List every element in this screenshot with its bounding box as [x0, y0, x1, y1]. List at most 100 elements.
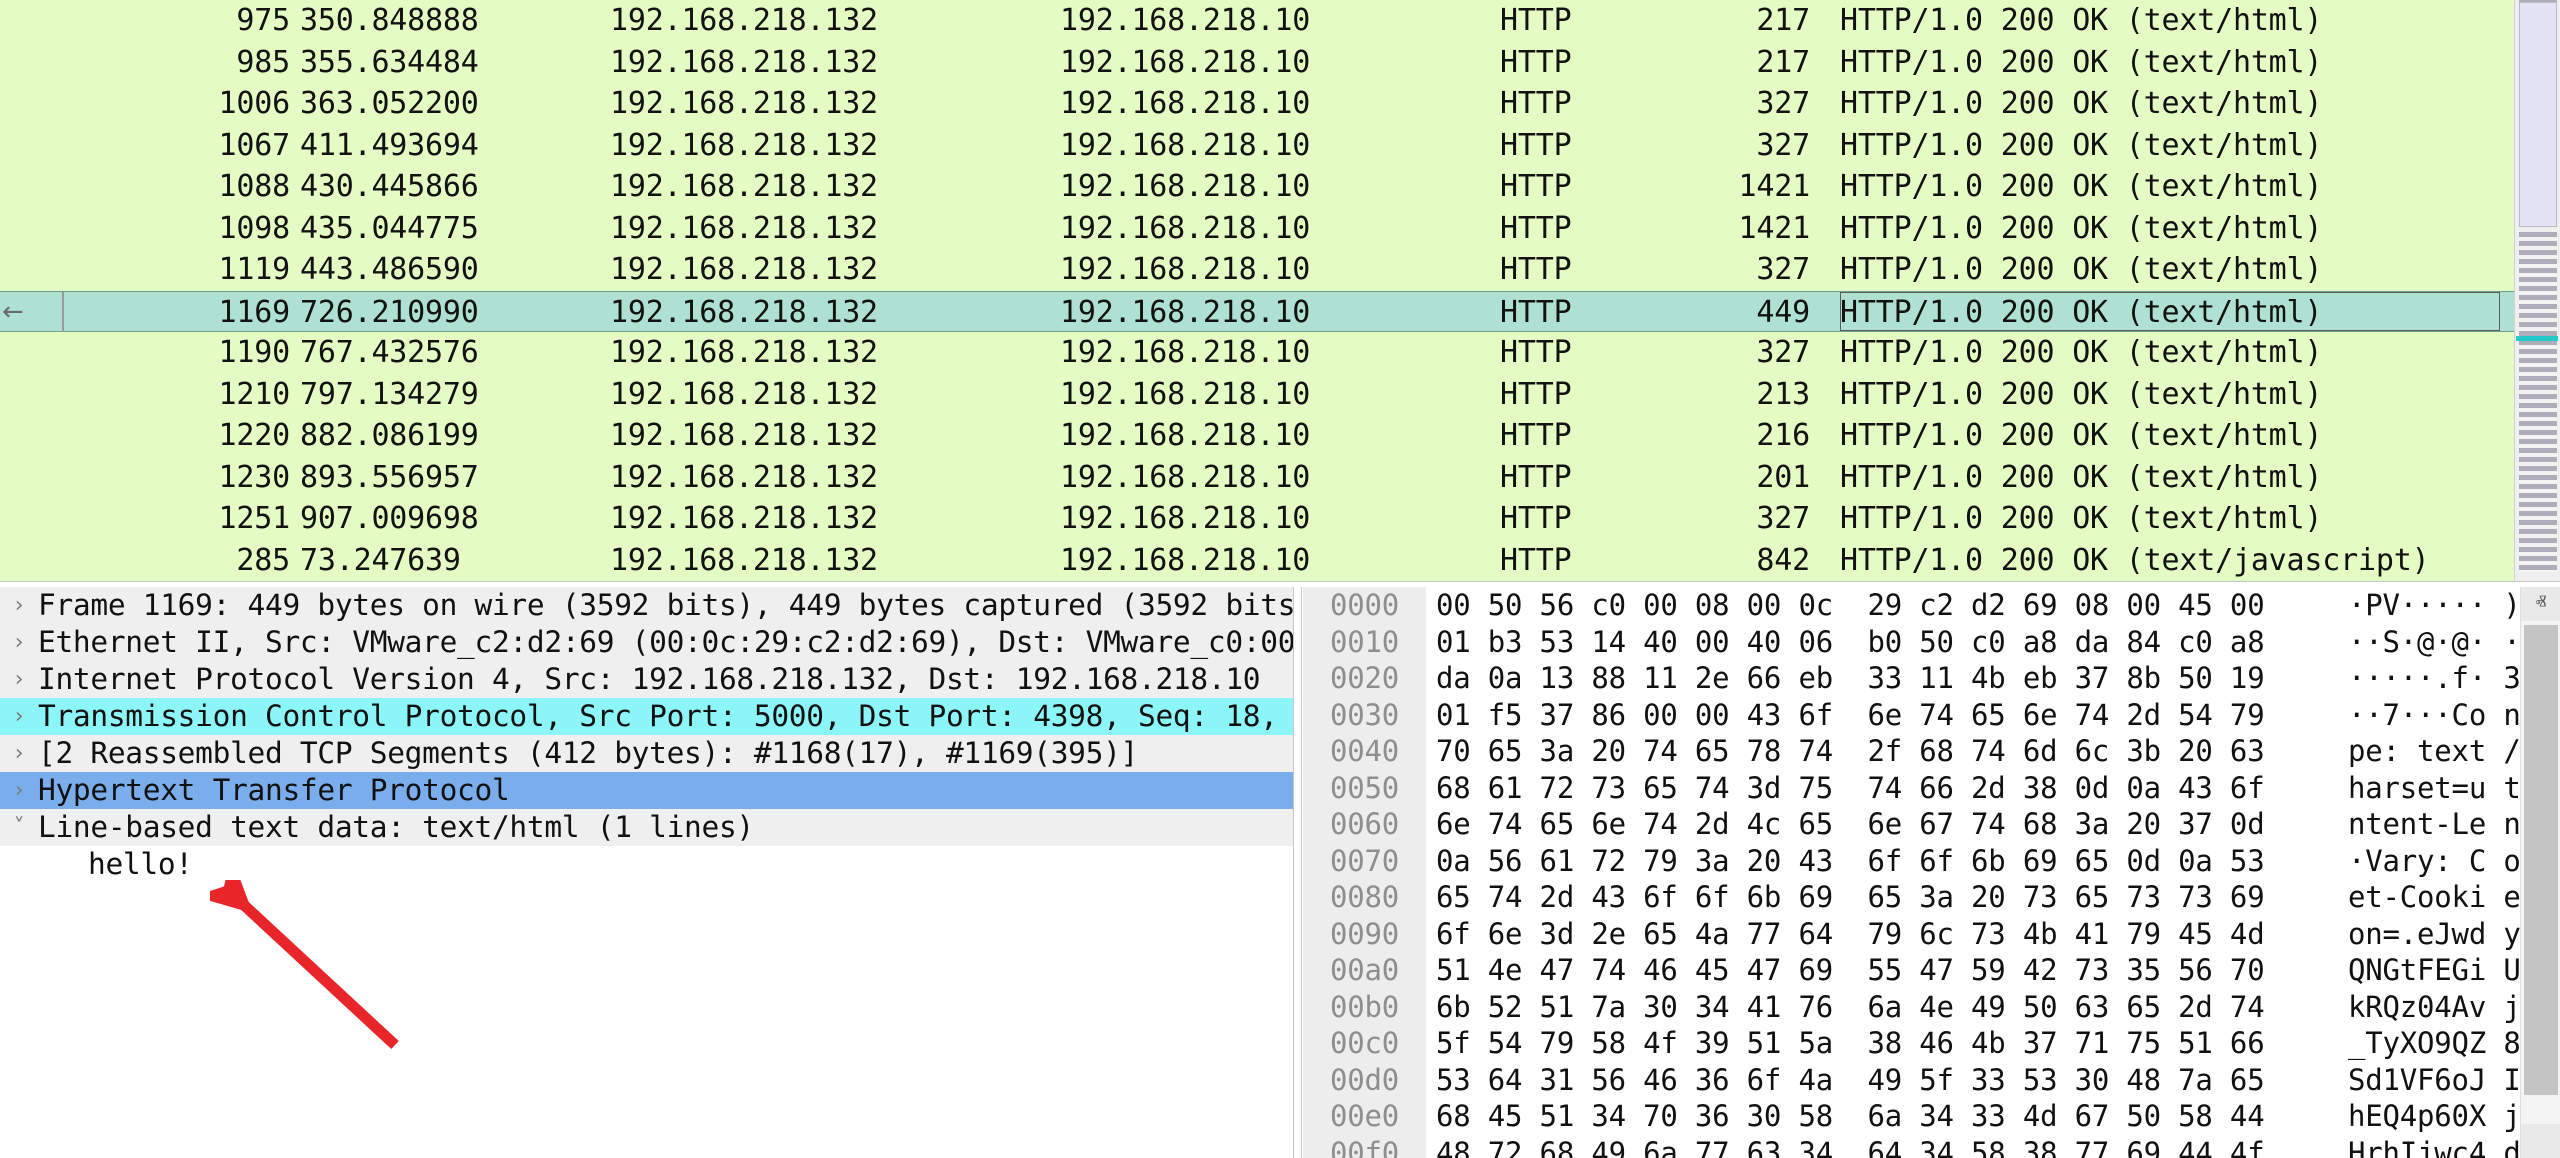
packet-info: HTTP/1.0 200 OK (text/html) [1840, 292, 2500, 332]
packet-row[interactable]: 1230 893.556957 192.168.218.132 192.168.218… [0, 457, 2530, 499]
hex-row[interactable]: 0050 68 61 72 73 65 74 3d 75 74 66 2d 38 … [1303, 770, 2560, 807]
packet-source: 192.168.218.132 [610, 166, 970, 208]
packet-info: HTTP/1.0 200 OK (text/html) [1840, 332, 2500, 374]
scroll-down-arrow-icon[interactable]: ⱟ [2521, 1124, 2560, 1158]
detail-tree-row[interactable]: › Transmission Control Protocol, Src Port… [0, 698, 1293, 735]
packet-no: 1006 [0, 83, 290, 125]
hex-row[interactable]: 00a0 51 4e 47 74 46 45 47 69 55 47 59 42 … [1303, 952, 2560, 989]
packet-row[interactable]: 1119 443.486590 192.168.218.132 192.168.218… [0, 249, 2530, 291]
packet-info: HTTP/1.0 200 OK (text/html) [1840, 374, 2500, 416]
chevron-right-icon[interactable]: › [0, 624, 38, 661]
packet-destination: 192.168.218.10 [1060, 166, 1420, 208]
packet-protocol: HTTP [1500, 0, 1660, 42]
hex-bytes: da 0a 13 88 11 2e 66 eb 33 11 4b eb 37 8… [1436, 660, 2264, 697]
packet-destination: 192.168.218.10 [1060, 332, 1420, 374]
packet-length: 327 [1660, 249, 1810, 291]
chevron-right-icon[interactable]: › [0, 735, 38, 772]
hex-row[interactable]: 00c0 5f 54 79 58 4f 39 51 5a 38 46 4b 37 … [1303, 1025, 2560, 1062]
scroll-up-arrow-icon[interactable]: ⱏ [2521, 587, 2560, 621]
packet-no: 1251 [0, 498, 290, 540]
packet-row[interactable]: 985 355.634484 192.168.218.132 192.168.218.… [0, 42, 2530, 84]
hex-row[interactable]: 00e0 68 45 51 34 70 36 30 58 6a 34 33 4d … [1303, 1098, 2560, 1135]
hex-row[interactable]: 0060 6e 74 65 6e 74 2d 4c 65 6e 67 74 68 … [1303, 806, 2560, 843]
packet-time: 443.486590 [300, 249, 550, 291]
hex-row[interactable]: 0000 00 50 56 c0 00 08 00 0c 29 c2 d2 69 … [1303, 587, 2560, 624]
packet-time: 907.009698 [300, 498, 550, 540]
detail-tree-row[interactable]: › Ethernet II, Src: VMware_c2:d2:69 (00:0… [0, 624, 1293, 661]
packet-time: 350.848888 [300, 0, 550, 42]
chevron-right-icon[interactable]: › [0, 698, 38, 735]
hex-bytes: 48 72 68 49 6a 77 63 34 64 34 58 38 77 6… [1436, 1135, 2264, 1158]
packet-protocol: HTTP [1500, 540, 1660, 582]
packet-length: 327 [1660, 498, 1810, 540]
packet-source: 192.168.218.132 [610, 125, 970, 167]
hex-offset: 0060 [1303, 806, 1426, 843]
hex-scrollbar-thumb[interactable] [2524, 625, 2558, 1095]
packet-no: 975 [0, 0, 290, 42]
hex-row[interactable]: 0080 65 74 2d 43 6f 6f 6b 69 65 3a 20 73 … [1303, 879, 2560, 916]
detail-tree-row[interactable]: › [2 Reassembled TCP Segments (412 bytes)… [0, 735, 1293, 772]
packet-protocol: HTTP [1500, 292, 1660, 332]
hex-bytes: 6f 6e 3d 2e 65 4a 77 64 79 6c 73 4b 41 7… [1436, 916, 2264, 953]
detail-tree-row[interactable]: ˅ Line-based text data: text/html (1 line… [0, 809, 1293, 846]
chevron-right-icon[interactable]: › [0, 661, 38, 698]
packet-list-scrollbar[interactable] [2514, 0, 2560, 581]
vertical-splitter[interactable] [1293, 587, 1302, 1158]
hex-row[interactable]: 0030 01 f5 37 86 00 00 43 6f 6e 74 65 6e … [1303, 697, 2560, 734]
packet-length: 327 [1660, 125, 1810, 167]
detail-tree-row[interactable]: › Hypertext Transfer Protocol [0, 772, 1293, 809]
bottom-panes: › Frame 1169: 449 bytes on wire (3592 bit… [0, 587, 2560, 1158]
details-rows: › Frame 1169: 449 bytes on wire (3592 bit… [0, 587, 1293, 883]
packet-protocol: HTTP [1500, 374, 1660, 416]
packet-list-scrollbar-thumb[interactable] [2519, 2, 2557, 227]
chevron-right-icon[interactable]: › [0, 587, 38, 624]
packet-row[interactable]: 1006 363.052200 192.168.218.132 192.168.218… [0, 83, 2530, 125]
packet-row[interactable]: 1251 907.009698 192.168.218.132 192.168.218… [0, 498, 2530, 540]
packet-row[interactable]: 1190 767.432576 192.168.218.132 192.168.218… [0, 332, 2530, 374]
packet-source: 192.168.218.132 [610, 540, 970, 582]
packet-info: HTTP/1.0 200 OK (text/html) [1840, 83, 2500, 125]
detail-tree-row[interactable]: › Internet Protocol Version 4, Src: 192.1… [0, 661, 1293, 698]
packet-row[interactable]: 1067 411.493694 192.168.218.132 192.168.218… [0, 125, 2530, 167]
hex-bytes: 65 74 2d 43 6f 6f 6b 69 65 3a 20 73 65 7… [1436, 879, 2264, 916]
detail-leaf-row[interactable]: hello! [0, 846, 1293, 883]
hex-bytes: 68 61 72 73 65 74 3d 75 74 66 2d 38 0d 0… [1436, 770, 2264, 807]
hex-row[interactable]: 0070 0a 56 61 72 79 3a 20 43 6f 6f 6b 69 … [1303, 843, 2560, 880]
packet-no: 1190 [0, 332, 290, 374]
packet-row[interactable]: 975 350.848888 192.168.218.132 192.168.218.… [0, 0, 2530, 42]
packet-details-pane[interactable]: › Frame 1169: 449 bytes on wire (3592 bit… [0, 587, 1293, 1158]
hex-row[interactable]: 00f0 48 72 68 49 6a 77 63 34 64 34 58 38 … [1303, 1135, 2560, 1158]
hex-rows: 0000 00 50 56 c0 00 08 00 0c 29 c2 d2 69 … [1303, 587, 2560, 1158]
packet-row[interactable]: 1210 797.134279 192.168.218.132 192.168.218… [0, 374, 2530, 416]
packet-destination: 192.168.218.10 [1060, 249, 1420, 291]
packet-no: 285 [0, 540, 290, 582]
packet-time: 355.634484 [300, 42, 550, 84]
hex-row[interactable]: 00b0 6b 52 51 7a 30 34 41 76 6a 4e 49 50 … [1303, 989, 2560, 1026]
packet-source: 192.168.218.132 [610, 498, 970, 540]
packet-time: 430.445866 [300, 166, 550, 208]
packet-length: 1421 [1660, 166, 1810, 208]
packet-row[interactable]: 1098 435.044775 192.168.218.132 192.168.218… [0, 208, 2530, 250]
packet-list-scrollbar-track[interactable] [2519, 232, 2557, 572]
hex-row[interactable]: 0010 01 b3 53 14 40 00 40 06 b0 50 c0 a8 … [1303, 624, 2560, 661]
packet-row[interactable]: 1220 882.086199 192.168.218.132 192.168.218… [0, 415, 2530, 457]
chevron-down-icon[interactable]: ˅ [0, 809, 38, 846]
hex-row[interactable]: 00d0 53 64 31 56 46 36 6f 4a 49 5f 33 53 … [1303, 1062, 2560, 1099]
packet-row[interactable]: 1088 430.445866 192.168.218.132 192.168.218… [0, 166, 2530, 208]
hex-row[interactable]: 0090 6f 6e 3d 2e 65 4a 77 64 79 6c 73 4b … [1303, 916, 2560, 953]
detail-row-label: Frame 1169: 449 bytes on wire (3592 bits… [38, 587, 1293, 624]
packet-time: 767.432576 [300, 332, 550, 374]
packet-bytes-pane[interactable]: 0000 00 50 56 c0 00 08 00 0c 29 c2 d2 69 … [1303, 587, 2560, 1158]
packet-list-rows: 975 350.848888 192.168.218.132 192.168.218.… [0, 0, 2530, 581]
chevron-right-icon[interactable]: › [0, 772, 38, 809]
hex-row[interactable]: 0040 70 65 3a 20 74 65 78 74 2f 68 74 6d … [1303, 733, 2560, 770]
packet-row[interactable]: ← 1169 726.210990 192.168.218.132 192.168.21… [0, 291, 2530, 333]
packet-protocol: HTTP [1500, 83, 1660, 125]
packet-destination: 192.168.218.10 [1060, 374, 1420, 416]
hex-scrollbar[interactable]: ⱏ ⱟ [2520, 587, 2560, 1158]
hex-row[interactable]: 0020 da 0a 13 88 11 2e 66 eb 33 11 4b eb … [1303, 660, 2560, 697]
packet-row[interactable]: 285 73.247639 192.168.218.132 192.168.218.1… [0, 540, 2530, 582]
detail-tree-row[interactable]: › Frame 1169: 449 bytes on wire (3592 bit… [0, 587, 1293, 624]
packet-source: 192.168.218.132 [610, 0, 970, 42]
packet-list-pane[interactable]: 975 350.848888 192.168.218.132 192.168.218.… [0, 0, 2560, 581]
